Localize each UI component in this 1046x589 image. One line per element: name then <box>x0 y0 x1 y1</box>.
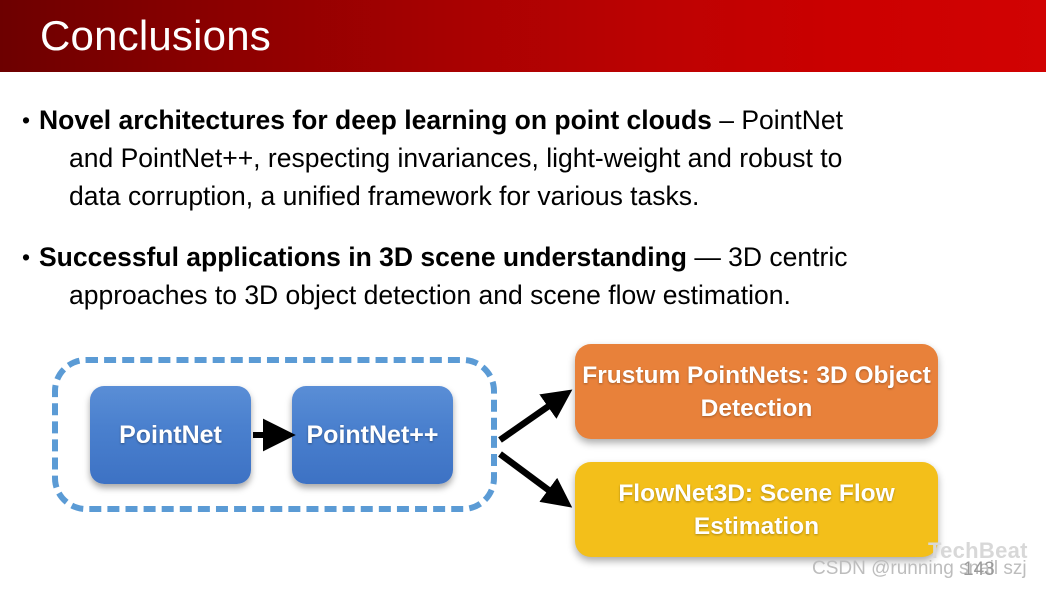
slide-body: • Novel architectures for deep learning … <box>0 72 1046 589</box>
bullet-item-2: • Successful applications in 3D scene un… <box>22 238 1032 314</box>
bullet-1-body: Novel architectures for deep learning on… <box>22 101 1032 215</box>
bullet-2-line-1: Successful applications in 3D scene unde… <box>39 238 1032 276</box>
bullet-2-line-2: approaches to 3D object detection and sc… <box>69 280 791 310</box>
bullet-1-rest: – PointNet <box>711 105 844 135</box>
bullet-1-lead: Novel architectures for deep learning on… <box>39 105 712 135</box>
bullet-marker-icon: • <box>22 244 31 270</box>
bullet-item-1: • Novel architectures for deep learning … <box>22 101 1032 215</box>
slide-header-bar: Conclusions <box>0 0 1046 72</box>
bullet-2-body: Successful applications in 3D scene unde… <box>22 238 1032 314</box>
bullet-1-line-1: Novel architectures for deep learning on… <box>39 101 1032 139</box>
bullet-2-rest: — 3D centric <box>686 242 848 272</box>
bullet-2-lead: Successful applications in 3D scene unde… <box>39 242 687 272</box>
bullet-marker-icon: • <box>22 107 31 133</box>
bullet-1-line-2: and PointNet++, respecting invariances, … <box>69 143 843 173</box>
bullet-1-line-3: data corruption, a unified framework for… <box>69 181 700 211</box>
page-title: Conclusions <box>40 12 271 59</box>
page-number: 143 <box>963 559 995 580</box>
